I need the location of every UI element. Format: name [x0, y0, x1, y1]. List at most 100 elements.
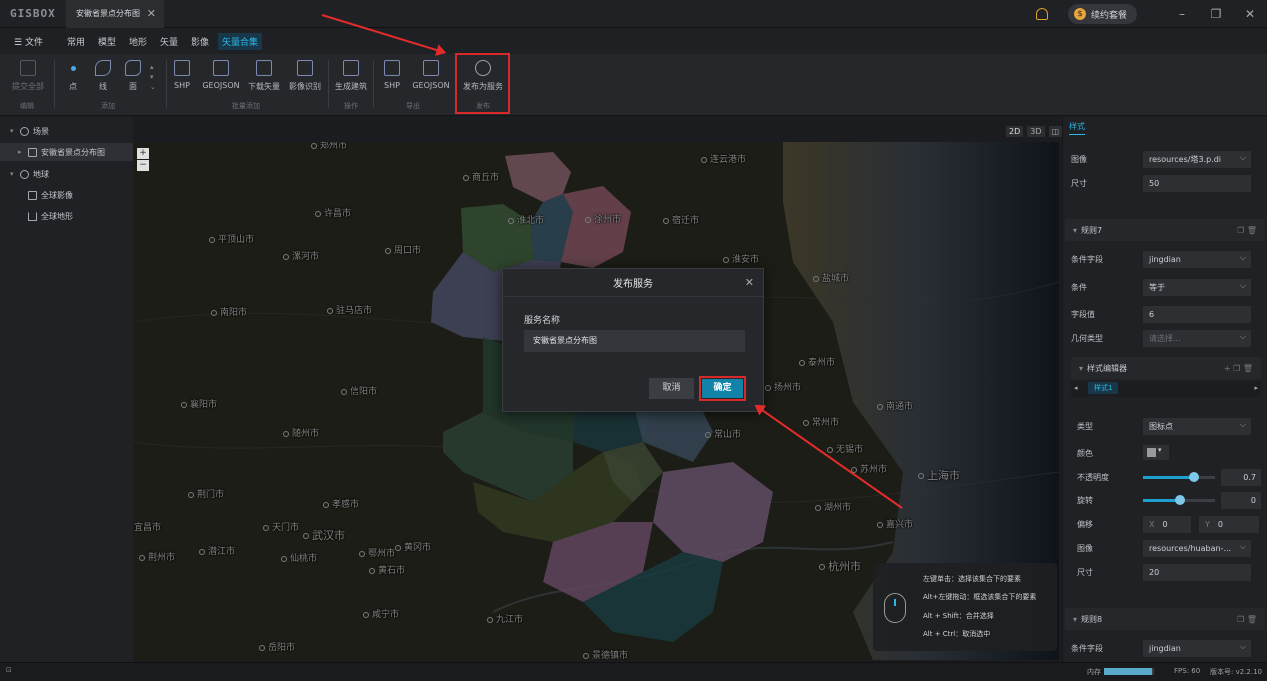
bell-icon[interactable] — [1035, 8, 1048, 20]
condition-select[interactable]: 等于 — [1143, 278, 1251, 296]
renew-plan-button[interactable]: $ 续约套餐 — [1067, 4, 1137, 24]
chevron-down-icon: ▾ — [1158, 446, 1162, 454]
style-tabs: ◂ 样式1 ▸ — [1071, 381, 1261, 397]
export-shp-label: SHP — [384, 81, 400, 90]
tree-globe[interactable]: ▾ 地球 — [0, 165, 133, 183]
collapse-icon[interactable]: ▾ — [1073, 615, 1077, 624]
close-tab-icon[interactable]: ✕ — [147, 7, 156, 20]
menu-vector[interactable]: 矢量 — [160, 35, 178, 48]
tree-scene[interactable]: ▾ 场景 — [0, 122, 133, 140]
document-tab[interactable]: 安徽省景点分布图 ✕ — [66, 0, 164, 28]
condition-label: 条件 — [1071, 282, 1087, 292]
image-row-2: 图像 resources/huaban-... — [1077, 539, 1267, 557]
view-2d-button[interactable]: 2D — [1006, 126, 1024, 137]
menu-terrain[interactable]: 地形 — [129, 35, 147, 48]
download-vector-button[interactable]: 下载矢量 — [242, 60, 286, 92]
group-operation-label: 操作 — [344, 102, 358, 110]
zoom-out-button[interactable]: − — [137, 160, 149, 171]
batch-geojson-button[interactable]: GEOJSON — [198, 60, 244, 90]
more-arrows-icon[interactable]: ▴ ▾ ⌄ — [150, 62, 156, 92]
tree-global-terrain-label: 全球地形 — [41, 211, 73, 221]
tree-scene-layer[interactable]: ▸ 安徽省景点分布图 — [0, 143, 133, 161]
style-actions-icon[interactable]: + ❐ 🗑 — [1224, 364, 1253, 373]
expand-icon[interactable]: ▾ — [10, 127, 20, 135]
field-value-input[interactable]: 6 — [1143, 305, 1251, 323]
size-input[interactable]: 50 — [1143, 174, 1251, 192]
opacity-slider[interactable] — [1143, 472, 1215, 482]
style-editor-header[interactable]: ▾ 样式编辑器 + ❐ 🗑 — [1071, 357, 1261, 379]
polygon-label: 面 — [129, 82, 137, 91]
point-icon — [70, 66, 76, 71]
type-label: 类型 — [1077, 421, 1093, 431]
line-label: 线 — [99, 82, 107, 91]
geom-type-label: 几何类型 — [1071, 333, 1103, 343]
export-geojson-button[interactable]: GEOJSON — [408, 60, 454, 90]
menu-file[interactable]: ☰ 文件 — [14, 35, 43, 48]
tree-global-imagery[interactable]: 全球影像 — [0, 186, 133, 204]
group-batch-add-label: 批量添加 — [232, 102, 260, 110]
collapse-icon[interactable]: ▾ — [1079, 364, 1083, 373]
offset-y-input[interactable]: Y0 — [1199, 515, 1259, 533]
split-view-icon[interactable]: ◫ — [1048, 126, 1063, 137]
type-select[interactable]: 图标点 — [1143, 417, 1251, 435]
log-icon[interactable]: ⊡ — [6, 666, 12, 674]
style-tab-1[interactable]: 样式1 — [1088, 382, 1119, 394]
image-select[interactable]: resources/huaban-... — [1143, 539, 1251, 557]
menu-vector-collection[interactable]: 矢量合集 — [218, 32, 263, 50]
add-polygon-button[interactable]: 面 — [111, 60, 155, 92]
size-label: 尺寸 — [1071, 178, 1087, 188]
close-icon[interactable]: ✕ — [745, 276, 754, 289]
close-window-icon[interactable]: ✕ — [1233, 7, 1267, 21]
view-3d-button[interactable]: 3D — [1027, 126, 1045, 137]
rule8-header[interactable]: ▾ 规则8 ❐ 🗑 — [1065, 608, 1265, 630]
image-row-1: 图像 resources/塔3.p.di — [1071, 150, 1261, 168]
memory-bar-fill — [1104, 668, 1152, 675]
generate-building-button[interactable]: 生成建筑 — [329, 60, 373, 92]
cond-field-select[interactable]: jingdian — [1143, 250, 1251, 268]
size-input[interactable]: 20 — [1143, 563, 1251, 581]
submit-all-button[interactable]: 提交全部 — [6, 60, 50, 92]
maximize-icon[interactable]: ❐ — [1199, 7, 1233, 21]
rotation-slider-handle[interactable] — [1175, 495, 1185, 505]
opacity-slider-handle[interactable] — [1189, 472, 1199, 482]
image-recognition-button[interactable]: 影像识别 — [283, 60, 327, 92]
minimize-icon[interactable]: – — [1165, 7, 1199, 21]
geom-type-row: 几何类型 请选择... — [1071, 329, 1261, 347]
color-picker[interactable]: ▾ — [1143, 445, 1169, 460]
prev-icon[interactable]: ◂ — [1074, 384, 1078, 392]
next-icon[interactable]: ▸ — [1254, 384, 1258, 392]
dialog-title: 发布服务 — [613, 279, 653, 290]
dialog-header: 发布服务 ✕ — [503, 269, 763, 297]
image-label: 图像 — [1077, 543, 1093, 553]
opacity-input[interactable]: 0.7 — [1221, 468, 1261, 486]
rotation-slider[interactable] — [1143, 495, 1215, 505]
tree-global-terrain[interactable]: 全球地形 — [0, 207, 133, 225]
ribbon-toolbar: 提交全部 编辑 点 线 面 ▴ ▾ ⌄ 添加 SHP GEOJSON 下载矢量 影像… — [0, 54, 1267, 116]
menu-model[interactable]: 模型 — [98, 35, 116, 48]
rotation-input[interactable]: 0 — [1221, 491, 1261, 509]
shp-file-icon — [174, 60, 190, 76]
menu-common[interactable]: 常用 — [67, 35, 85, 48]
collapse-icon[interactable]: ▸ — [18, 148, 28, 156]
cond-field-select[interactable]: jingdian — [1143, 639, 1251, 657]
export-geojson-label: GEOJSON — [412, 81, 450, 90]
zoom-in-button[interactable]: + — [137, 148, 149, 159]
polygon-icon — [125, 60, 141, 76]
rule-actions-icon[interactable]: ❐ 🗑 — [1237, 226, 1257, 235]
offset-x-input[interactable]: X0 — [1143, 515, 1191, 533]
geojson-file-icon — [213, 60, 229, 76]
rule-actions-icon[interactable]: ❐ 🗑 — [1237, 615, 1257, 624]
confirm-button[interactable]: 确定 — [702, 379, 743, 398]
submit-all-label: 提交全部 — [12, 82, 44, 91]
expand-icon[interactable]: ▾ — [10, 170, 20, 178]
service-name-input[interactable]: 安徽省景点分布图 — [524, 330, 745, 352]
collapse-icon[interactable]: ▾ — [1073, 226, 1077, 235]
geom-type-select[interactable]: 请选择... — [1143, 329, 1251, 347]
tab-style[interactable]: 样式 — [1069, 121, 1085, 135]
cond-field-label: 条件字段 — [1071, 643, 1103, 653]
image-select[interactable]: resources/塔3.p.di — [1143, 150, 1251, 168]
download-icon — [256, 60, 272, 76]
menu-imagery[interactable]: 影像 — [191, 35, 209, 48]
cancel-button[interactable]: 取消 — [649, 378, 694, 399]
rule7-header[interactable]: ▾ 规则7 ❐ 🗑 — [1065, 219, 1265, 241]
